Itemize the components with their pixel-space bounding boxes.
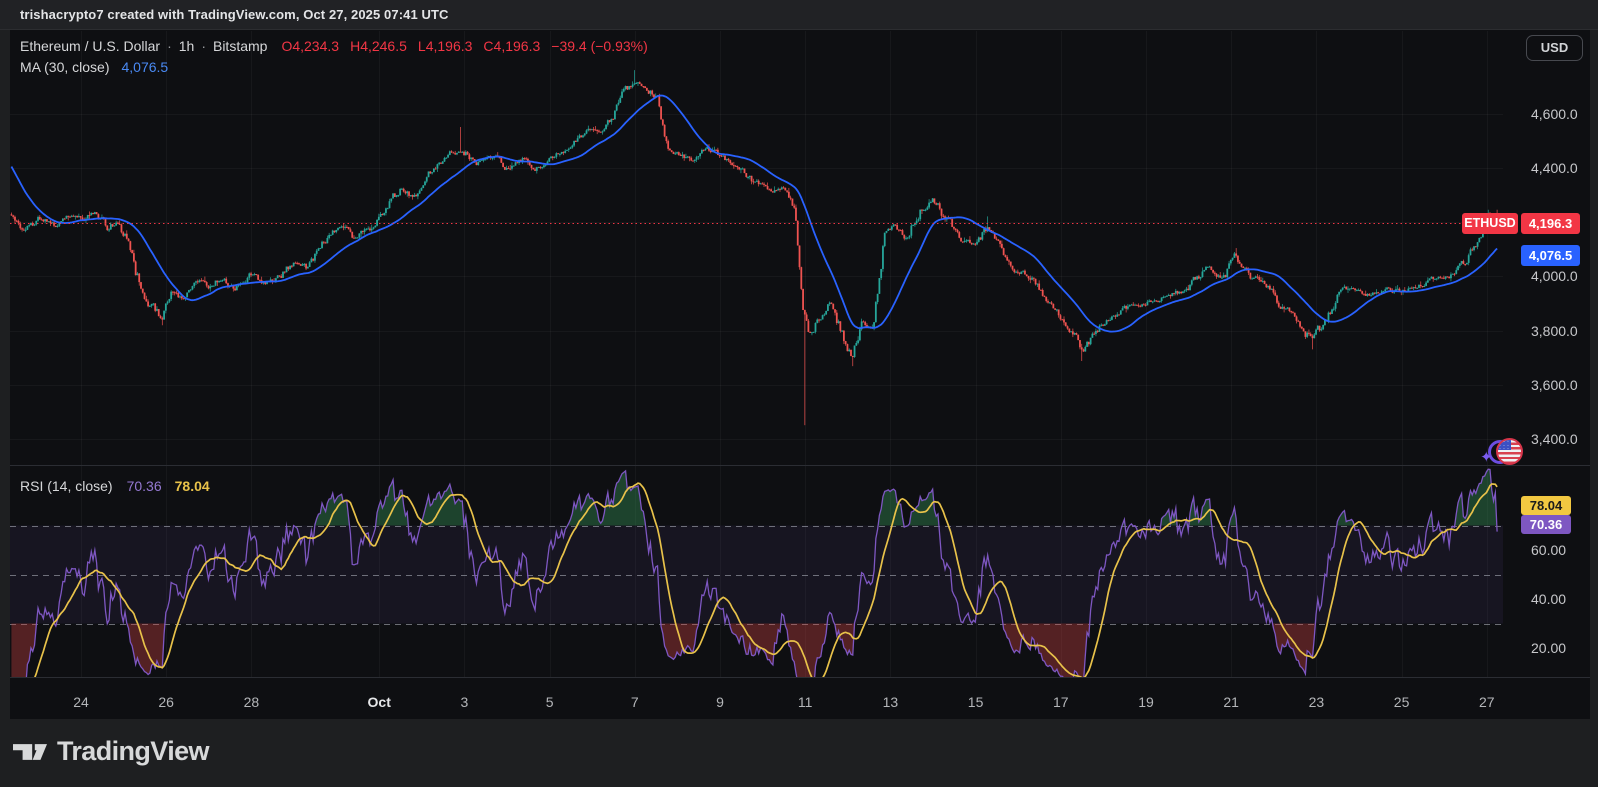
time-axis-tick: 11 xyxy=(798,694,813,710)
snapshot-title: trishacrypto7 created with TradingView.c… xyxy=(20,7,449,22)
time-axis-tick: 5 xyxy=(546,694,554,710)
rsi-value: 70.36 xyxy=(127,478,162,494)
time-axis-tick: 28 xyxy=(244,694,260,710)
rsi-ma-tag: 78.04 xyxy=(1521,496,1571,515)
rsi-value-tag: 70.36 xyxy=(1521,515,1571,534)
change-value: −39.4 (−0.93%) xyxy=(551,38,648,54)
legend-separator: · xyxy=(167,38,172,54)
time-axis-tick: 17 xyxy=(1053,694,1069,710)
time-axis-tick: 3 xyxy=(460,694,468,710)
time-axis-tick: 9 xyxy=(716,694,724,710)
ohlc-values: O4,234.3 H4,246.5 L4,196.3 C4,196.3 −39.… xyxy=(281,38,647,54)
time-axis-tick: 23 xyxy=(1309,694,1325,710)
user-watermark-icon: ✦ xyxy=(1482,437,1526,469)
rsi-ma-value: 78.04 xyxy=(175,478,210,494)
time-axis-tick: 19 xyxy=(1138,694,1154,710)
tradingview-logo[interactable]: TradingView xyxy=(13,736,209,767)
exchange-label: Bitstamp xyxy=(213,38,267,54)
tradingview-brand-text: TradingView xyxy=(57,736,209,767)
rsi-axis-label: 40.00 xyxy=(1531,591,1566,607)
main-legend: Ethereum / U.S. Dollar · 1h · Bitstamp O… xyxy=(20,38,648,54)
last-price-tag: 4,196.3 xyxy=(1521,213,1580,234)
close-value: C4,196.3 xyxy=(483,38,540,54)
time-axis-tick: 13 xyxy=(883,694,899,710)
ma-legend: MA (30, close) 4,076.5 xyxy=(20,59,168,75)
sparkle-icon: ✦ xyxy=(1480,450,1493,465)
price-axis-label: 3,800.0 xyxy=(1531,323,1578,339)
ma-value-tag: 4,076.5 xyxy=(1521,245,1580,266)
open-value: O4,234.3 xyxy=(281,38,339,54)
currency-toggle-button[interactable]: USD xyxy=(1526,35,1583,61)
price-axis-label: 3,600.0 xyxy=(1531,377,1578,393)
rsi-indicator-label[interactable]: RSI (14, close) xyxy=(20,478,113,494)
time-axis-tick: 15 xyxy=(968,694,984,710)
time-axis-tick: 21 xyxy=(1223,694,1239,710)
rsi-legend: RSI (14, close) 70.36 78.04 xyxy=(20,478,210,494)
price-axis-label: 4,600.0 xyxy=(1531,106,1578,122)
tradingview-mark-icon xyxy=(13,738,47,766)
price-axis-label: 3,400.0 xyxy=(1531,431,1578,447)
rsi-axis-label: 60.00 xyxy=(1531,542,1566,558)
price-chart-canvas[interactable] xyxy=(0,0,1598,787)
symbol-price-tag: ETHUSD xyxy=(1462,213,1518,234)
interval-label[interactable]: 1h xyxy=(179,38,195,54)
snapshot-header: trishacrypto7 created with TradingView.c… xyxy=(0,0,1598,30)
us-flag-icon xyxy=(1496,438,1523,465)
time-axis-tick: 25 xyxy=(1394,694,1410,710)
time-axis-tick: 27 xyxy=(1479,694,1495,710)
time-axis-tick: 7 xyxy=(631,694,639,710)
rsi-axis-label: 20.00 xyxy=(1531,640,1566,656)
price-axis-label: 4,400.0 xyxy=(1531,160,1578,176)
symbol-title[interactable]: Ethereum / U.S. Dollar xyxy=(20,38,160,54)
low-value: L4,196.3 xyxy=(418,38,473,54)
ma-indicator-label[interactable]: MA (30, close) xyxy=(20,59,109,75)
legend-separator: · xyxy=(201,38,206,54)
time-axis-tick: Oct xyxy=(368,694,391,710)
time-axis-tick: 26 xyxy=(158,694,174,710)
ma-indicator-value: 4,076.5 xyxy=(121,59,168,75)
price-axis-label: 4,000.0 xyxy=(1531,268,1578,284)
time-axis-tick: 24 xyxy=(73,694,89,710)
high-value: H4,246.5 xyxy=(350,38,407,54)
